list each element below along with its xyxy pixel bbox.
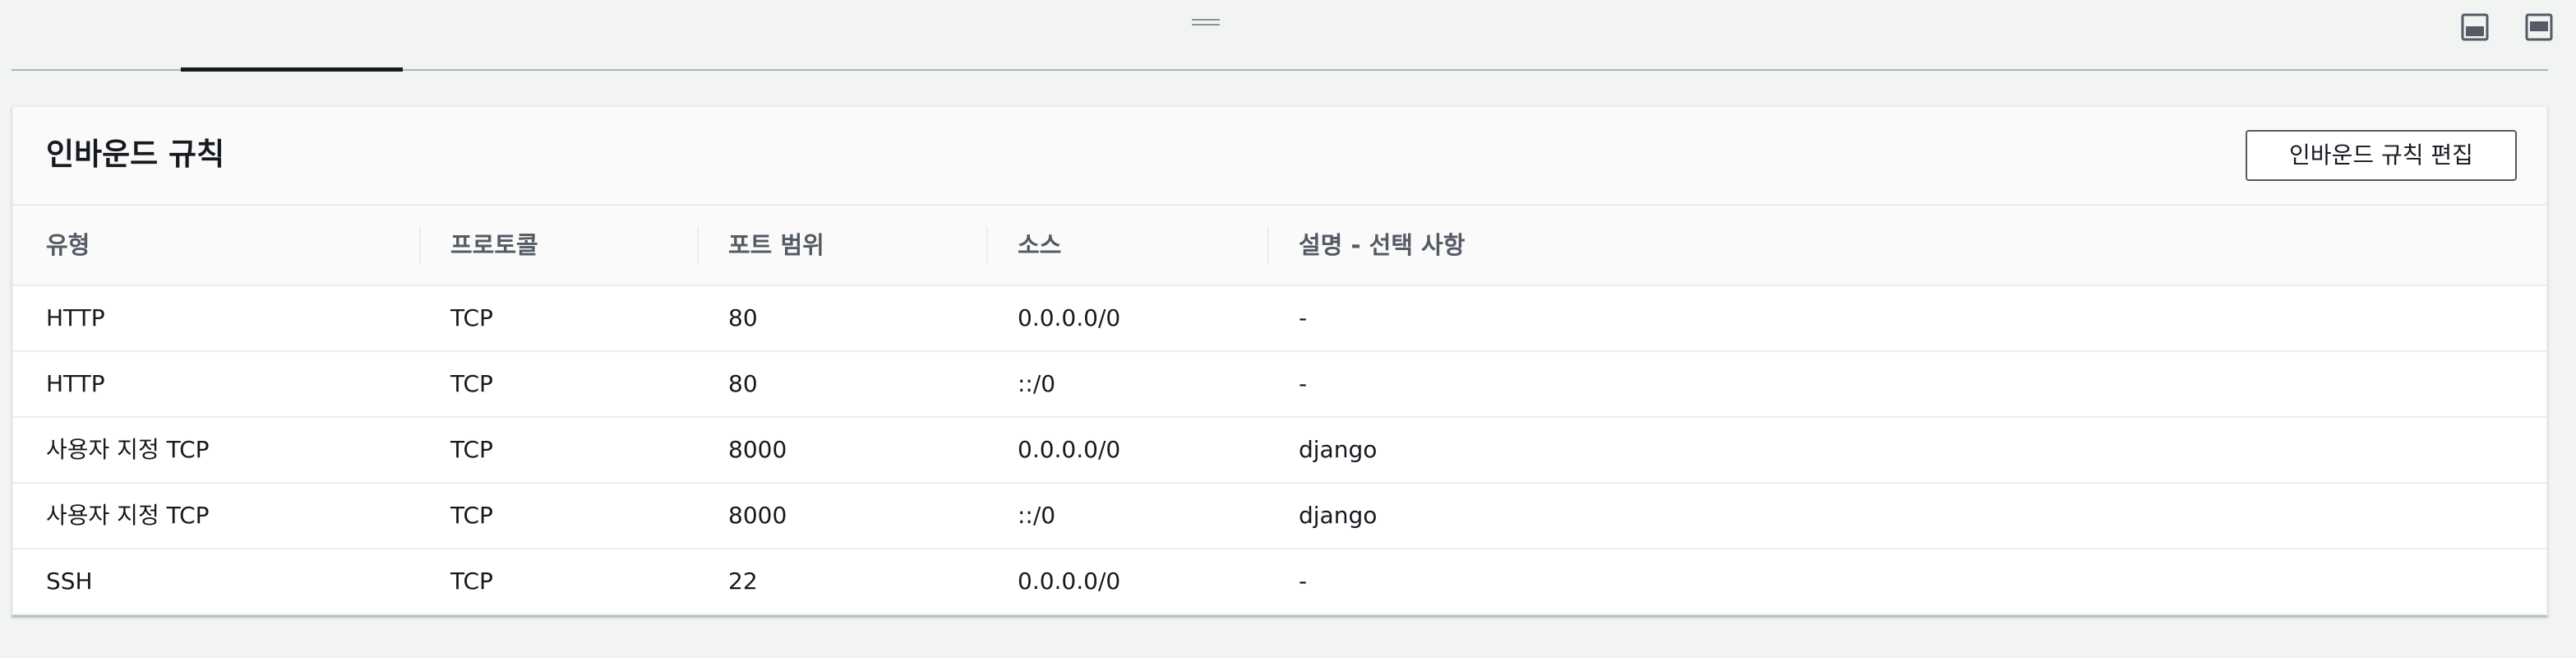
drawer-tab-bar [12,0,2553,72]
cell-source: ::/0 [1018,370,1056,397]
table-row: HTTP TCP 80 0.0.0.0/0 - [13,286,2546,352]
cell-port-range: 80 [728,370,758,397]
cell-port-range: 8000 [728,502,787,529]
cell-protocol: TCP [450,304,493,331]
cell-description: django [1299,436,1378,463]
column-header-description[interactable]: 설명 - 선택 사항 [1299,206,1465,285]
table-row: SSH TCP 22 0.0.0.0/0 - [13,549,2546,615]
cell-description: - [1299,370,1308,397]
panel-header: 인바운드 규칙 인바운드 규칙 편집 [13,107,2546,206]
drag-handle-icon[interactable] [1192,16,1220,28]
column-header-type[interactable]: 유형 [46,206,90,285]
cell-type: 사용자 지정 TCP [46,502,210,529]
column-resizer[interactable] [697,227,699,263]
inbound-rules-panel: 인바운드 규칙 인바운드 규칙 편집 유형 프로토콜 포트 범위 소스 설명 -… [12,105,2548,615]
cell-protocol: TCP [450,436,493,463]
cell-description: - [1299,304,1308,331]
panel-side-icon[interactable] [2525,13,2553,41]
cell-description: - [1299,568,1308,595]
cell-type: SSH [46,568,93,595]
table-row: 사용자 지정 TCP TCP 8000 ::/0 django [13,484,2546,549]
table-header-row: 유형 프로토콜 포트 범위 소스 설명 - 선택 사항 [13,206,2546,286]
edit-inbound-rules-button[interactable]: 인바운드 규칙 편집 [2246,130,2517,181]
column-header-port-range[interactable]: 포트 범위 [728,206,824,285]
panel-title: 인바운드 규칙 [46,137,225,172]
column-resizer[interactable] [986,227,988,263]
cell-port-range: 8000 [728,436,787,463]
active-tab-indicator [181,67,403,72]
table-row: HTTP TCP 80 ::/0 - [13,352,2546,418]
cell-port-range: 80 [728,304,758,331]
column-resizer[interactable] [419,227,421,263]
cell-type: 사용자 지정 TCP [46,436,210,463]
cell-type: HTTP [46,370,105,397]
cell-source: ::/0 [1018,502,1056,529]
column-resizer[interactable] [1267,227,1269,263]
cell-protocol: TCP [450,502,493,529]
cell-source: 0.0.0.0/0 [1018,568,1121,595]
column-header-protocol[interactable]: 프로토콜 [450,206,538,285]
cell-protocol: TCP [450,370,493,397]
cell-source: 0.0.0.0/0 [1018,436,1121,463]
cell-port-range: 22 [728,568,758,595]
cell-protocol: TCP [450,568,493,595]
cell-type: HTTP [46,304,105,331]
panel-bottom-icon[interactable] [2461,13,2489,41]
cell-source: 0.0.0.0/0 [1018,304,1121,331]
column-header-source[interactable]: 소스 [1018,206,1061,285]
table-row: 사용자 지정 TCP TCP 8000 0.0.0.0/0 django [13,418,2546,484]
cell-description: django [1299,502,1378,529]
